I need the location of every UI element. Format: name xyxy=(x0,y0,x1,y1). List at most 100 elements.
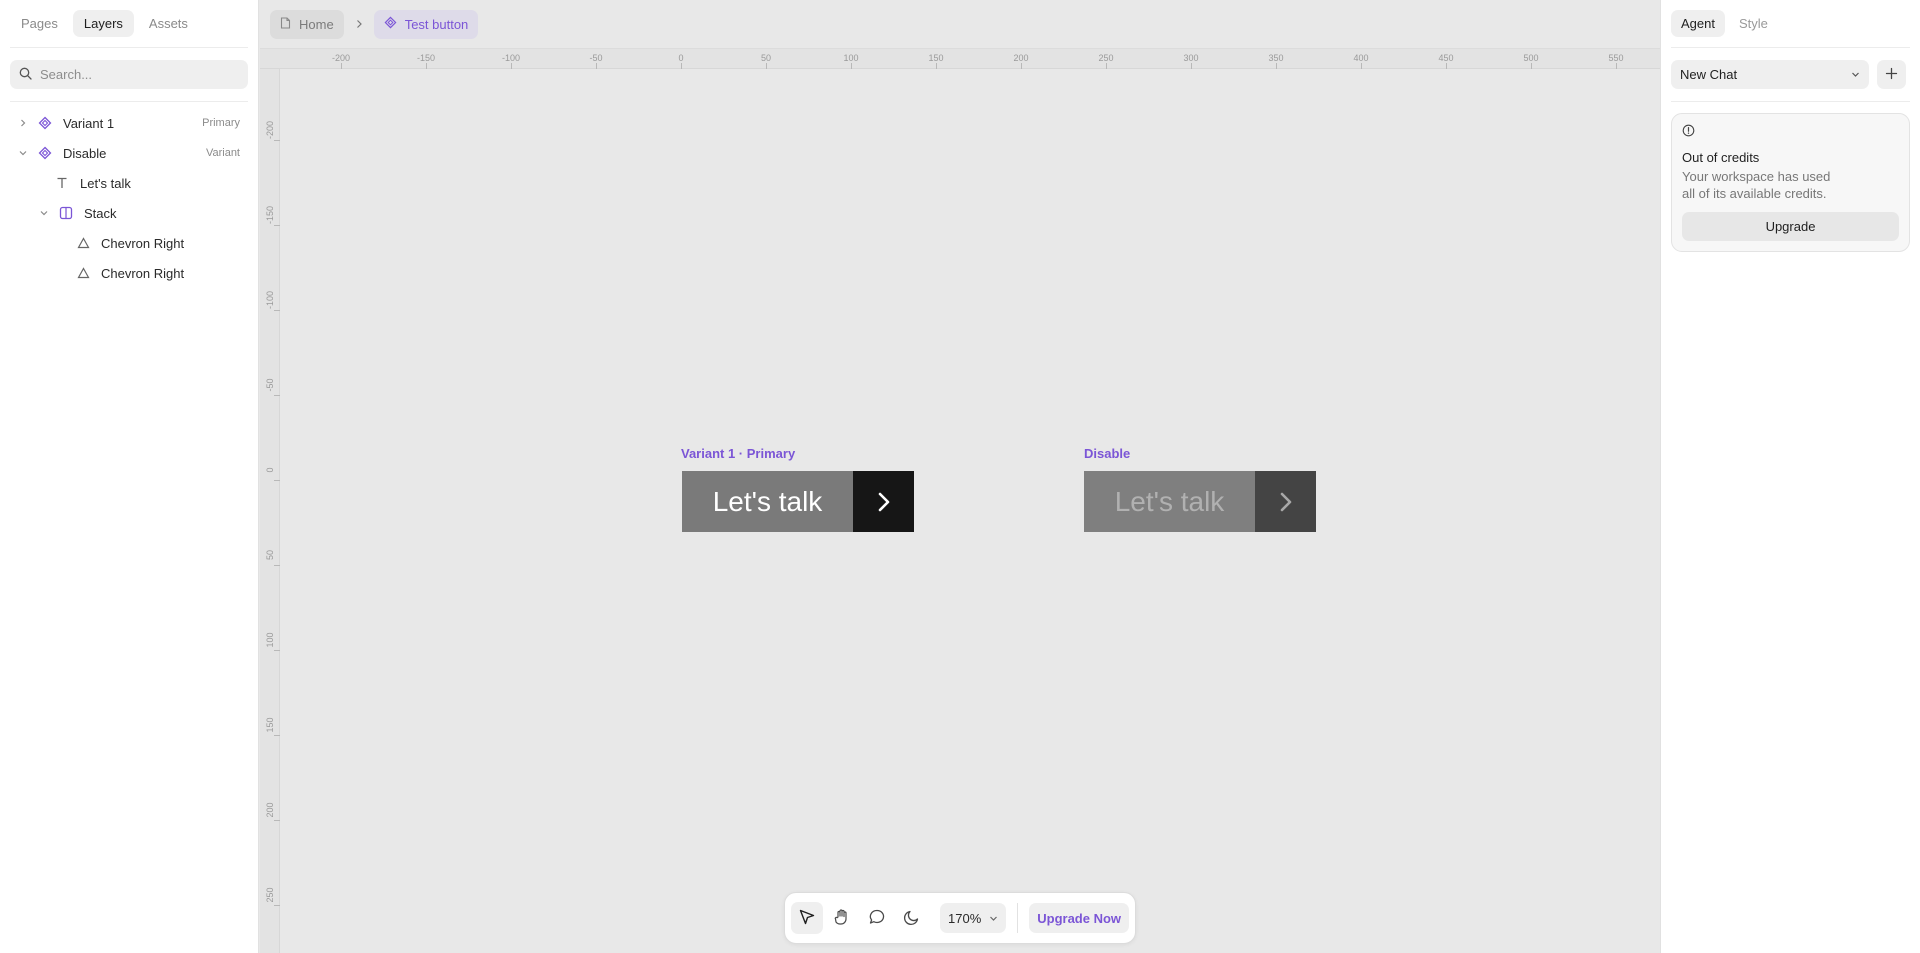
frame-label-disable[interactable]: Disable xyxy=(1084,446,1130,461)
layer-chevron-right[interactable]: Chevron Right xyxy=(0,228,258,258)
chevron-down-icon[interactable] xyxy=(17,149,29,157)
text-icon xyxy=(54,175,70,191)
ruler-x-label: 0 xyxy=(678,53,684,63)
theme-toggle[interactable] xyxy=(896,902,928,934)
hand-icon xyxy=(833,908,851,929)
left-panel-tabs: Pages Layers Assets xyxy=(0,0,258,47)
chevron-right-icon[interactable] xyxy=(17,119,29,127)
ruler-x-label: 400 xyxy=(1353,53,1369,63)
select-tool[interactable] xyxy=(791,902,823,934)
ruler-y-label: -100 xyxy=(265,290,275,310)
tab-assets[interactable]: Assets xyxy=(138,10,199,37)
ruler-y-label: 50 xyxy=(265,549,275,561)
ruler-y-label: 0 xyxy=(265,467,275,473)
component-icon xyxy=(37,145,53,161)
layer-tag: Primary xyxy=(202,117,240,129)
layer-tree: Variant 1 Primary Disable Variant Let's … xyxy=(0,102,258,288)
ruler-x-label: -100 xyxy=(501,53,521,63)
ruler-x-label: 100 xyxy=(843,53,859,63)
vector-icon xyxy=(75,265,91,281)
page-icon xyxy=(280,16,291,32)
ruler-x-label: -200 xyxy=(331,53,351,63)
layer-name: Variant 1 xyxy=(63,115,115,131)
right-panel: Agent Style New Chat Out of credits Your… xyxy=(1660,0,1920,953)
canvas[interactable]: Variant 1 · Primary Let's talk Disable L… xyxy=(281,69,1660,953)
vector-icon xyxy=(75,235,91,251)
layer-chevron-right[interactable]: Chevron Right xyxy=(0,258,258,288)
layer-variant-1[interactable]: Variant 1 Primary xyxy=(0,108,258,138)
comment-tool[interactable] xyxy=(861,902,893,934)
button-disable[interactable]: Let's talk xyxy=(1084,471,1316,532)
ruler-x-label: 450 xyxy=(1438,53,1454,63)
ruler-y-tick xyxy=(274,820,280,821)
ruler-y-label: -150 xyxy=(265,205,275,225)
layer-name: Let's talk xyxy=(80,175,131,191)
search-icon xyxy=(19,67,32,83)
zoom-select[interactable]: 170% xyxy=(940,903,1007,933)
upgrade-now-button[interactable]: Upgrade Now xyxy=(1029,903,1130,933)
divider xyxy=(1671,101,1910,102)
ruler-x-label: 250 xyxy=(1098,53,1114,63)
chevron-down-icon xyxy=(1851,67,1860,82)
ruler-y-tick xyxy=(274,480,280,481)
left-panel: Pages Layers Assets Variant 1 Primary xyxy=(0,0,259,953)
ruler-y-tick xyxy=(274,650,280,651)
layer-name: Disable xyxy=(63,145,107,161)
layer-stack[interactable]: Stack xyxy=(0,198,258,228)
chevron-down-icon xyxy=(989,911,998,926)
plus-icon xyxy=(1885,67,1898,83)
tab-style[interactable]: Style xyxy=(1729,10,1778,37)
ruler-y-label: 150 xyxy=(265,717,275,733)
new-chat-button[interactable] xyxy=(1877,60,1906,89)
ruler-y-tick xyxy=(274,565,280,566)
chevron-right-icon xyxy=(352,19,366,29)
ruler-y-tick xyxy=(274,140,280,141)
ruler-x-label: -50 xyxy=(589,53,603,63)
layer-name: Chevron Right xyxy=(101,265,185,281)
layer-lets-talk[interactable]: Let's talk xyxy=(0,168,258,198)
cursor-icon xyxy=(798,908,816,929)
ruler-y-label: -50 xyxy=(265,378,275,392)
ruler-vertical: -200 -150 -100 -50 0 50 100 150 200 250 xyxy=(260,69,280,953)
divider xyxy=(10,47,248,48)
component-icon xyxy=(384,16,397,32)
ruler-y-tick xyxy=(274,310,280,311)
tab-pages[interactable]: Pages xyxy=(10,10,69,37)
ruler-horizontal: -200 -150 -100 -50 0 50 100 150 200 250 300 350 400 4… xyxy=(260,48,1660,69)
moon-icon xyxy=(903,908,921,929)
frame-label-variant-1[interactable]: Variant 1 · Primary xyxy=(681,446,795,461)
upgrade-button[interactable]: Upgrade xyxy=(1682,212,1899,241)
hand-tool[interactable] xyxy=(826,902,858,934)
tab-layers[interactable]: Layers xyxy=(72,10,134,37)
button-label: Let's talk xyxy=(1084,471,1255,532)
component-icon xyxy=(37,115,53,131)
ruler-y-label: -200 xyxy=(265,120,275,140)
canvas-toolbar: 170% Upgrade Now xyxy=(784,892,1136,944)
ruler-y-label: 100 xyxy=(265,632,275,648)
layer-disable[interactable]: Disable Variant xyxy=(0,138,258,168)
info-icon xyxy=(1682,124,1695,140)
ruler-x-label: 50 xyxy=(760,53,772,63)
button-variant-1[interactable]: Let's talk xyxy=(682,471,914,532)
credits-text: Your workspace has used all of its avail… xyxy=(1682,169,1831,201)
chat-select[interactable]: New Chat xyxy=(1671,60,1869,89)
breadcrumb-current[interactable]: Test button xyxy=(373,9,479,39)
tab-agent[interactable]: Agent xyxy=(1671,10,1725,37)
chat-controls: New Chat xyxy=(1661,48,1920,89)
chevron-down-icon[interactable] xyxy=(38,209,50,217)
stack-icon xyxy=(58,205,74,221)
ruler-y-label: 200 xyxy=(265,802,275,818)
breadcrumb-home[interactable]: Home xyxy=(270,9,344,39)
breadcrumb-home-label: Home xyxy=(299,16,334,32)
layer-name: Stack xyxy=(84,205,117,221)
layer-search[interactable] xyxy=(10,60,248,89)
ruler-x-label: 500 xyxy=(1523,53,1539,63)
layer-tag: Variant xyxy=(205,147,240,159)
ruler-x-label: -150 xyxy=(416,53,436,63)
ruler-y-label: 250 xyxy=(265,887,275,903)
comment-icon xyxy=(868,908,886,929)
ruler-y-tick xyxy=(274,905,280,906)
layer-name: Chevron Right xyxy=(101,235,185,251)
ruler-x-label: 300 xyxy=(1183,53,1199,63)
search-input[interactable] xyxy=(40,67,230,82)
